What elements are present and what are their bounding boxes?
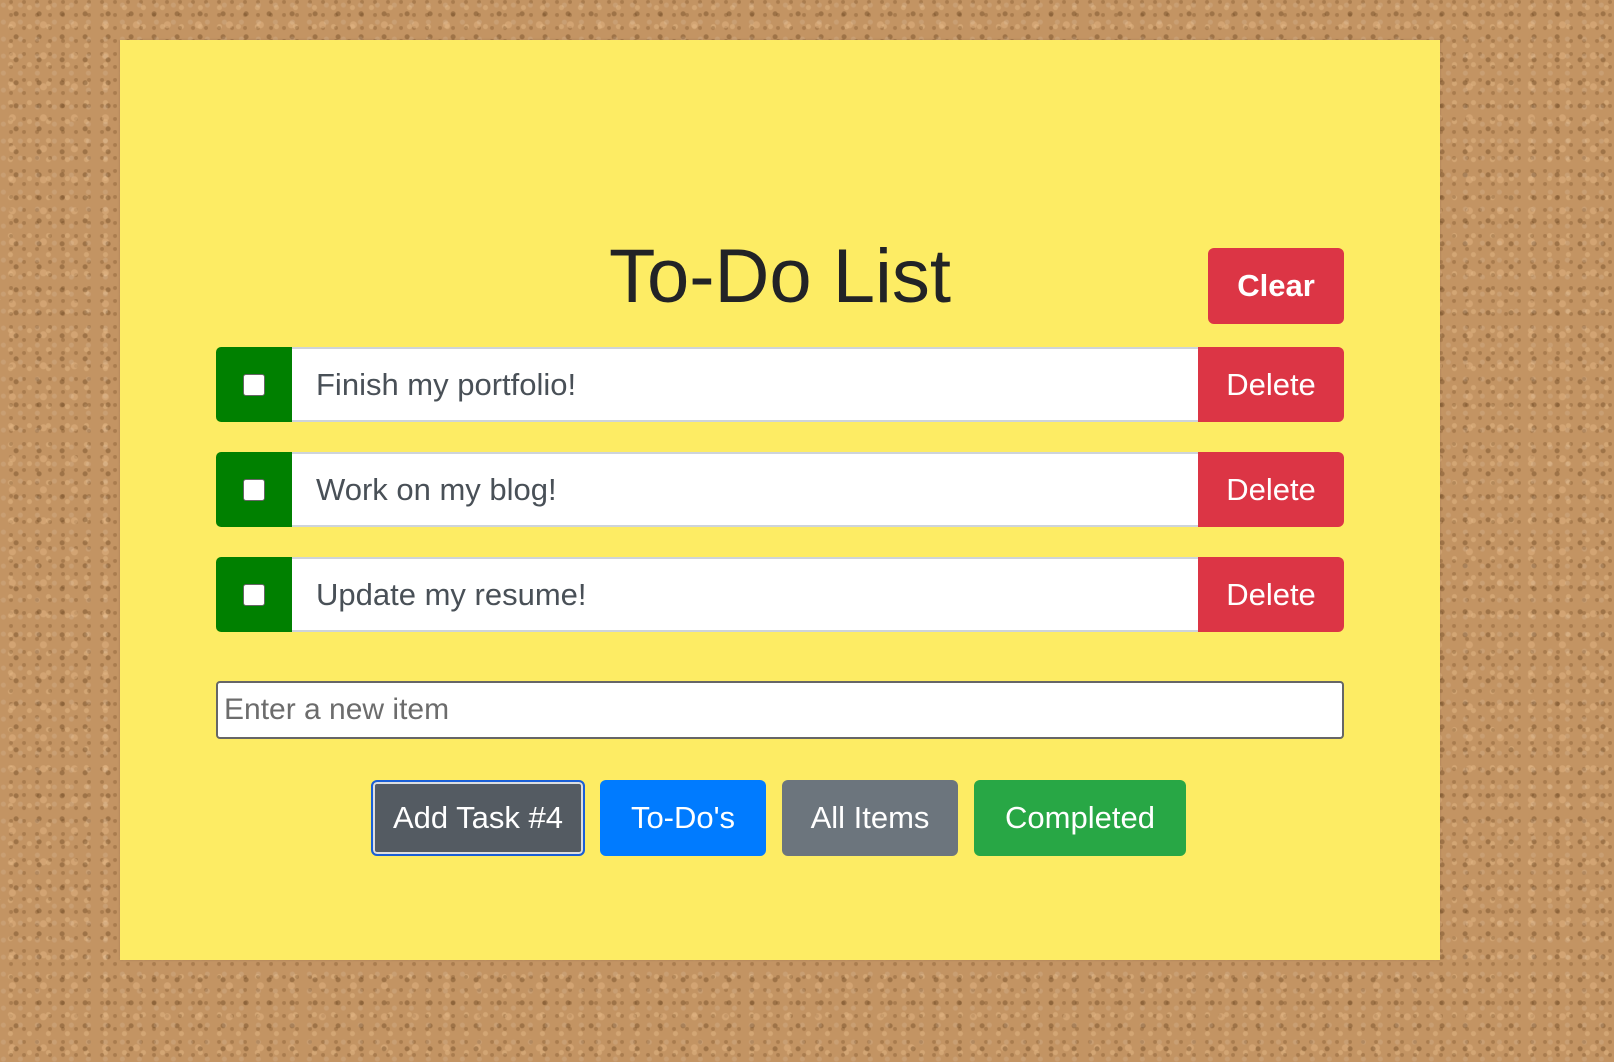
filter-todos-button[interactable]: To-Do's bbox=[600, 780, 766, 856]
todo-checkbox-cell bbox=[216, 347, 292, 422]
delete-button[interactable]: Delete bbox=[1198, 557, 1344, 632]
delete-button[interactable]: Delete bbox=[1198, 347, 1344, 422]
new-item-input[interactable] bbox=[216, 681, 1344, 739]
todo-text: Finish my portfolio! bbox=[292, 347, 1198, 422]
todo-checkbox-cell bbox=[216, 452, 292, 527]
todo-item: Finish my portfolio! Delete bbox=[216, 347, 1344, 422]
add-task-button[interactable]: Add Task #4 bbox=[371, 780, 585, 856]
todo-checkbox[interactable] bbox=[243, 583, 265, 606]
filter-all-items-button[interactable]: All Items bbox=[782, 780, 958, 856]
todo-checkbox[interactable] bbox=[243, 478, 265, 501]
delete-button[interactable]: Delete bbox=[1198, 452, 1344, 527]
todo-item: Update my resume! Delete bbox=[216, 557, 1344, 632]
todo-checkbox-cell bbox=[216, 557, 292, 632]
todo-text: Work on my blog! bbox=[292, 452, 1198, 527]
action-button-group: Add Task #4 To-Do's All Items Completed bbox=[120, 780, 1440, 856]
todo-text: Update my resume! bbox=[292, 557, 1198, 632]
sticky-note-panel: To-Do List Clear Finish my portfolio! De… bbox=[120, 40, 1440, 960]
todo-checkbox[interactable] bbox=[243, 373, 265, 396]
filter-completed-button[interactable]: Completed bbox=[974, 780, 1186, 856]
todo-item: Work on my blog! Delete bbox=[216, 452, 1344, 527]
clear-button[interactable]: Clear bbox=[1208, 248, 1344, 324]
